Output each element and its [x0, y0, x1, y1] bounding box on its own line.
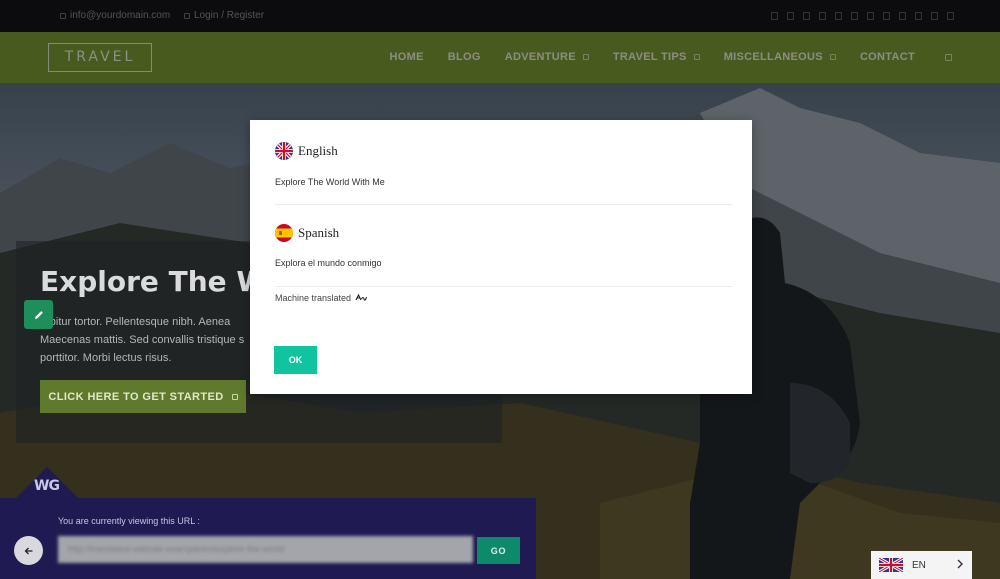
back-button[interactable] — [14, 536, 43, 565]
get-started-button[interactable]: CLICK HERE TO GET STARTED — [40, 380, 246, 413]
target-language-row: Spanish — [275, 224, 339, 242]
cta-label: CLICK HERE TO GET STARTED — [48, 390, 224, 403]
hero-title: Explore The Wo — [40, 265, 260, 298]
divider — [275, 286, 732, 287]
translation-modal: English Explore The World With Me Spanis… — [250, 120, 752, 394]
divider — [275, 204, 732, 205]
chevron-right-icon — [957, 559, 963, 569]
viewing-url-label: You are currently viewing this URL : — [58, 516, 200, 526]
language-code: EN — [912, 559, 926, 571]
target-language-name: Spanish — [298, 225, 340, 240]
uk-flag-icon — [879, 558, 903, 572]
machine-translated-text: Machine translated — [275, 293, 352, 303]
machine-translated-label: Machine translated — [275, 293, 368, 303]
pencil-icon — [34, 310, 43, 319]
go-button[interactable]: GO — [477, 537, 520, 564]
weglot-logo: WG — [34, 478, 60, 494]
arrow-icon — [231, 393, 238, 400]
arrow-left-icon — [24, 547, 32, 554]
source-language-name: English — [298, 143, 338, 158]
machine-translation-icon — [355, 293, 368, 301]
language-switcher[interactable]: EN — [871, 551, 972, 579]
hero-text: rabitur tortor. Pellentesque nibh. Aenea… — [40, 316, 245, 364]
spain-flag-icon — [275, 224, 293, 242]
ok-button[interactable]: OK — [274, 346, 317, 374]
url-input[interactable]: http://translated-website.example/es/exp… — [58, 536, 473, 563]
source-phrase: Explore The World With Me — [275, 177, 385, 187]
uk-flag-icon — [275, 142, 293, 160]
translated-phrase[interactable]: Explora el mundo conmigo — [275, 258, 382, 268]
source-language-row: English — [275, 142, 338, 160]
edit-translation-button[interactable] — [24, 300, 53, 329]
